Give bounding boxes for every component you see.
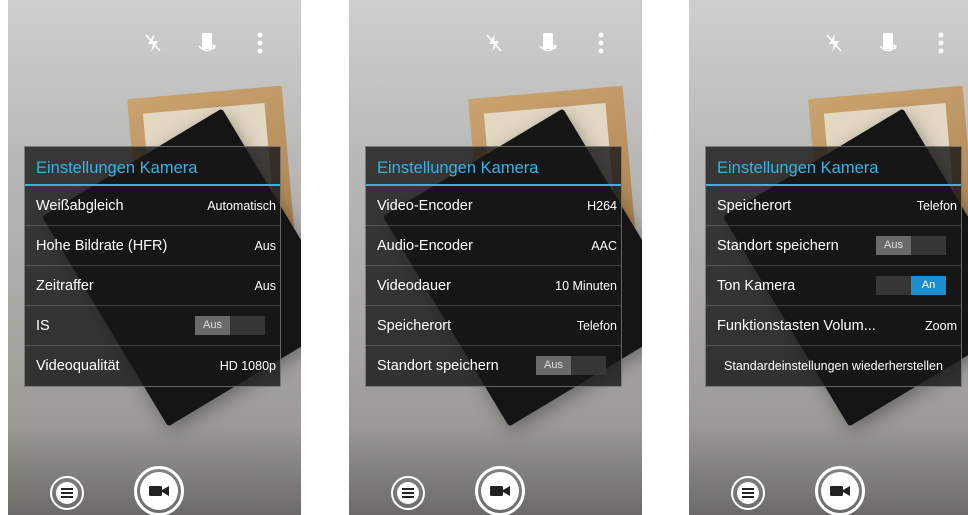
setting-label: Speicherort — [377, 318, 452, 334]
settings-panel-title: Einstellungen Kamera — [366, 147, 621, 186]
setting-label: Videoqualität — [36, 358, 120, 374]
setting-label: Weißabgleich — [36, 198, 124, 214]
setting-time-lapse[interactable]: Zeitraffer Aus — [25, 266, 280, 306]
settings-panel: Einstellungen Kamera Speicherort Telefon… — [705, 146, 962, 387]
flash-off-icon[interactable] — [822, 30, 846, 56]
setting-white-balance[interactable]: Weißabgleich Automatisch — [25, 186, 280, 226]
setting-audio-encoder[interactable]: Audio-Encoder AAC — [366, 226, 621, 266]
more-vertical-icon[interactable] — [929, 30, 953, 56]
camera-sound-toggle[interactable]: An — [876, 276, 946, 295]
restore-defaults-button[interactable]: Standardeinstellungen wiederherstellen — [706, 346, 961, 386]
settings-panel: Einstellungen Kamera Weißabgleich Automa… — [24, 146, 281, 387]
setting-video-encoder[interactable]: Video-Encoder H264 — [366, 186, 621, 226]
setting-label: Hohe Bildrate (HFR) — [36, 238, 168, 254]
toggle-off-label: Aus — [876, 236, 911, 255]
settings-panel-title: Einstellungen Kamera — [25, 147, 280, 186]
setting-label: Audio-Encoder — [377, 238, 473, 254]
menu-button[interactable] — [391, 476, 425, 510]
setting-camera-sound[interactable]: Ton Kamera An — [706, 266, 961, 306]
setting-value: H264 — [587, 199, 617, 213]
setting-value: Zoom — [925, 319, 957, 333]
save-location-toggle[interactable]: Aus — [876, 236, 946, 255]
menu-button[interactable] — [731, 476, 765, 510]
setting-label: Zeitraffer — [36, 278, 94, 294]
toggle-off-label: Aus — [536, 356, 571, 375]
setting-save-location[interactable]: Standort speichern Aus — [366, 346, 621, 386]
restore-defaults-label: Standardeinstellungen wiederherstellen — [724, 359, 943, 373]
more-vertical-icon[interactable] — [248, 30, 272, 56]
save-location-toggle[interactable]: Aus — [536, 356, 606, 375]
camera-switch-icon[interactable] — [536, 30, 560, 56]
setting-label: IS — [36, 318, 50, 334]
setting-volume-keys[interactable]: Funktionstasten Volum... Zoom — [706, 306, 961, 346]
camera-screen-1: Einstellungen Kamera Weißabgleich Automa… — [8, 0, 301, 515]
setting-storage-location[interactable]: Speicherort Telefon — [366, 306, 621, 346]
setting-label: Standort speichern — [377, 358, 499, 374]
settings-panel-title: Einstellungen Kamera — [706, 147, 961, 186]
setting-value: 10 Minuten — [555, 279, 617, 293]
toggle-off-label: Aus — [195, 316, 230, 335]
setting-label: Videodauer — [377, 278, 451, 294]
menu-button[interactable] — [50, 476, 84, 510]
menu-icon — [56, 482, 78, 504]
settings-panel: Einstellungen Kamera Video-Encoder H264 … — [365, 146, 622, 387]
flash-off-icon[interactable] — [482, 30, 506, 56]
setting-value: Aus — [254, 279, 276, 293]
record-button[interactable] — [475, 466, 525, 515]
menu-icon — [737, 482, 759, 504]
toggle-on-label: An — [911, 276, 946, 295]
record-button[interactable] — [134, 466, 184, 515]
setting-label: Funktionstasten Volum... — [717, 318, 876, 334]
setting-value: Automatisch — [207, 199, 276, 213]
setting-value: Telefon — [576, 319, 617, 333]
flash-off-icon[interactable] — [141, 30, 165, 56]
video-camera-icon — [481, 472, 519, 510]
setting-label: Standort speichern — [717, 238, 839, 254]
setting-hfr[interactable]: Hohe Bildrate (HFR) Aus — [25, 226, 280, 266]
setting-video-quality[interactable]: Videoqualität HD 1080p — [25, 346, 280, 386]
more-vertical-icon[interactable] — [589, 30, 613, 56]
setting-value: Telefon — [916, 199, 957, 213]
menu-icon — [397, 482, 419, 504]
setting-storage-location[interactable]: Speicherort Telefon — [706, 186, 961, 226]
setting-video-duration[interactable]: Videodauer 10 Minuten — [366, 266, 621, 306]
camera-switch-icon[interactable] — [195, 30, 219, 56]
setting-label: Speicherort — [717, 198, 792, 214]
setting-label: Video-Encoder — [377, 198, 473, 214]
video-camera-icon — [140, 472, 178, 510]
setting-value: Aus — [254, 239, 276, 253]
camera-screen-2: Einstellungen Kamera Video-Encoder H264 … — [349, 0, 642, 515]
setting-label: Ton Kamera — [717, 278, 796, 294]
camera-screen-3: Einstellungen Kamera Speicherort Telefon… — [689, 0, 968, 515]
setting-value: HD 1080p — [219, 359, 276, 373]
camera-switch-icon[interactable] — [876, 30, 900, 56]
setting-is[interactable]: IS Aus — [25, 306, 280, 346]
video-camera-icon — [821, 472, 859, 510]
setting-save-location[interactable]: Standort speichern Aus — [706, 226, 961, 266]
record-button[interactable] — [815, 466, 865, 515]
is-toggle[interactable]: Aus — [195, 316, 265, 335]
setting-value: AAC — [591, 239, 617, 253]
